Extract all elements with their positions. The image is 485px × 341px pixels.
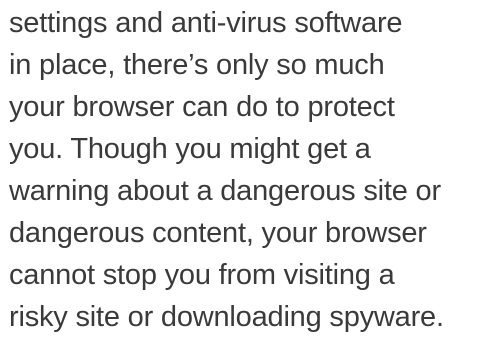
paragraph-line: your browser can do to protect: [9, 91, 395, 123]
paragraph-line: cannot stop you from visiting a: [9, 259, 395, 291]
paragraph-line: risky site or downloading spyware.: [9, 301, 444, 333]
paragraph-line: dangerous content, your browser: [9, 217, 427, 249]
paragraph-line: you. Though you might get a: [9, 133, 371, 165]
paragraph-line: warning about a dangerous site or: [9, 175, 441, 207]
page: settings and anti-virus software in plac…: [0, 0, 485, 341]
paragraph-line: in place, there’s only so much: [9, 49, 385, 81]
paragraph-line: settings and anti-virus software: [9, 7, 403, 39]
article-paragraph: settings and anti-virus software in plac…: [9, 2, 485, 338]
